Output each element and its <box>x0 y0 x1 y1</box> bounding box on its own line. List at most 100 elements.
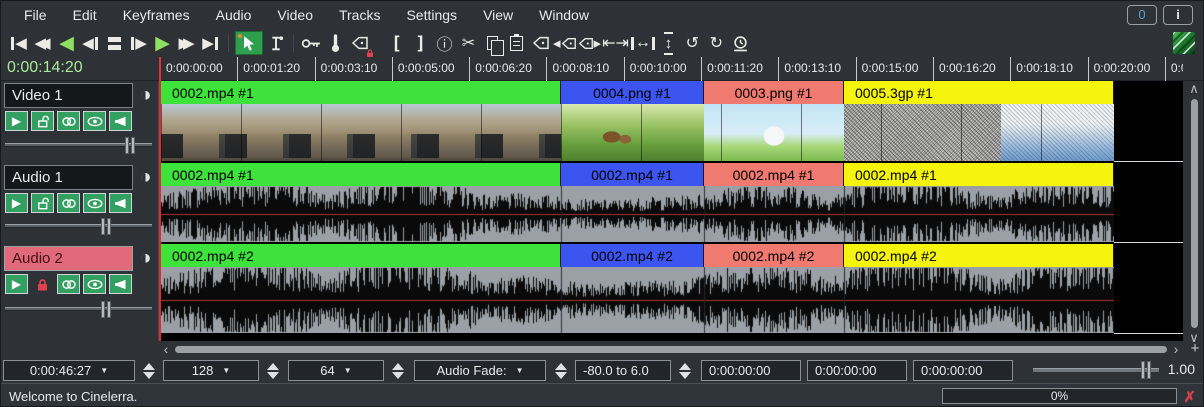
mute-track-button[interactable] <box>109 193 132 213</box>
draw-media-button[interactable] <box>83 274 106 294</box>
clip-title[interactable]: 0002.mp4 #1 <box>704 163 844 186</box>
fade-slider[interactable] <box>5 143 152 147</box>
menu-settings[interactable]: Settings <box>393 1 470 29</box>
menu-keyframes[interactable]: Keyframes <box>110 1 203 29</box>
scroll-right-icon[interactable]: › <box>1169 341 1183 357</box>
jump-end-button[interactable]: ▶ <box>199 31 222 55</box>
horizontal-scroll-thumb[interactable] <box>175 346 1167 353</box>
expand-track-button[interactable]: ◑ <box>134 83 157 108</box>
info-button[interactable]: i <box>1163 5 1193 25</box>
vertical-scroll-thumb[interactable] <box>1191 99 1198 328</box>
frame-forward-button[interactable]: ▶ <box>127 31 150 55</box>
menu-window[interactable]: Window <box>526 1 602 29</box>
clip-title[interactable]: 0002.mp4 #2 <box>161 244 561 267</box>
scroll-left-icon[interactable]: ‹ <box>159 341 173 357</box>
sample-zoom-spinner[interactable] <box>264 360 281 381</box>
clip-title[interactable]: 0002.mp4 #1 <box>161 81 561 104</box>
playhead-marker[interactable] <box>159 57 161 81</box>
horizontal-scrollbar[interactable]: ‹ › <box>159 341 1183 357</box>
clip-title[interactable]: 0002.mp4 #1 <box>561 163 704 186</box>
menu-video[interactable]: Video <box>264 1 326 29</box>
selection-length-field[interactable]: 0:00:00:00 <box>913 360 1013 381</box>
menu-audio[interactable]: Audio <box>203 1 265 29</box>
play-button[interactable]: ▶ <box>151 31 174 55</box>
fade-slider-handle[interactable] <box>101 218 111 235</box>
clip-title[interactable]: 0003.png #1 <box>704 81 844 104</box>
expand-track-button[interactable]: ◑ <box>134 165 157 190</box>
zoom-plus-icon[interactable]: + <box>1187 341 1203 357</box>
automation-range-spinner[interactable] <box>676 360 693 381</box>
clip-title[interactable]: 0002.mp4 #1 <box>844 163 1114 186</box>
selection-end-field[interactable]: 0:00:00:00 <box>807 360 907 381</box>
amplitude-spinner[interactable] <box>389 360 406 381</box>
ibeam-tool-button[interactable] <box>264 31 287 55</box>
next-label-button[interactable]: ▸ <box>578 31 602 55</box>
in-point-button[interactable]: [ <box>385 31 408 55</box>
clip-title[interactable]: 0002.mp4 #2 <box>704 244 844 267</box>
play-reverse-button[interactable]: ◀ <box>55 31 78 55</box>
stop-button[interactable] <box>103 31 126 55</box>
menu-edit[interactable]: Edit <box>60 1 110 29</box>
spin-down-icon[interactable] <box>679 372 691 379</box>
clip-title[interactable]: 0002.mp4 #2 <box>844 244 1114 267</box>
time-ruler[interactable]: 0:00:00:00 0:00:01:20 0:00:03:10 0:00:05… <box>159 57 1183 81</box>
spin-up-icon[interactable] <box>143 363 155 370</box>
fast-reverse-button[interactable]: ◀◀ <box>31 31 54 55</box>
amplitude-combo[interactable]: 64▼ <box>288 360 384 381</box>
gang-track-button[interactable] <box>57 274 80 294</box>
gang-track-button[interactable] <box>57 193 80 213</box>
scroll-up-icon[interactable]: ∧ <box>1189 81 1199 97</box>
automation-spinner[interactable] <box>552 360 569 381</box>
spin-down-icon[interactable] <box>267 372 279 379</box>
paste-button[interactable] <box>505 31 528 55</box>
selection-start-field[interactable]: 0:00:00:00 <box>701 360 801 381</box>
lock-labels-button[interactable] <box>348 31 371 55</box>
undo-stack-button[interactable]: 0 <box>1127 5 1157 25</box>
spin-up-icon[interactable] <box>679 363 691 370</box>
fit-width-button[interactable]: ↔ <box>630 31 656 55</box>
lock-track-button[interactable] <box>31 274 54 294</box>
rewind-start-button[interactable]: ◀ <box>7 31 30 55</box>
undo-button[interactable]: ↺ <box>681 31 704 55</box>
spin-up-icon[interactable] <box>555 363 567 370</box>
timebar[interactable]: 0:00:14:20 0:00:00:00 0:00:01:20 0:00:03… <box>1 57 1203 81</box>
mute-track-button[interactable] <box>109 111 132 131</box>
keyframe-button[interactable] <box>300 31 323 55</box>
fast-forward-button[interactable]: ▶▶ <box>175 31 198 55</box>
menu-tracks[interactable]: Tracks <box>326 1 393 29</box>
draw-media-button[interactable] <box>83 193 106 213</box>
audio1-waveform[interactable] <box>161 186 1114 247</box>
fade-slider-handle[interactable] <box>125 137 135 154</box>
redo-button[interactable]: ↻ <box>705 31 728 55</box>
timeline-canvas[interactable]: 0002.mp4 #1 0004.png #1 0003.png #1 0005… <box>159 81 1183 341</box>
clip-title[interactable]: 0002.mp4 #2 <box>561 244 704 267</box>
frame-reverse-button[interactable]: ◀ <box>79 31 102 55</box>
mute-track-button[interactable] <box>109 274 132 294</box>
clip-title[interactable]: 0005.3gp #1 <box>844 81 1114 104</box>
spin-down-icon[interactable] <box>392 372 404 379</box>
automation-range-field[interactable]: -80.0 to 6.0 <box>575 360 671 381</box>
clip-title[interactable]: 0002.mp4 #1 <box>161 163 561 186</box>
lock-track-button[interactable] <box>31 111 54 131</box>
expand-track-button[interactable]: ◑ <box>134 246 157 271</box>
menu-file[interactable]: File <box>11 1 60 29</box>
track-title-field[interactable]: Audio 2 <box>4 246 133 271</box>
automation-type-combo[interactable]: Audio Fade:▼ <box>414 360 546 381</box>
prev-label-button[interactable]: ◂ <box>553 31 577 55</box>
copy-button[interactable] <box>481 31 504 55</box>
draw-media-button[interactable] <box>83 111 106 131</box>
gang-track-button[interactable] <box>57 111 80 131</box>
spin-down-icon[interactable] <box>143 372 155 379</box>
fade-slider-handle[interactable] <box>101 301 111 318</box>
arm-track-button[interactable]: ▶ <box>5 111 28 131</box>
fade-slider[interactable] <box>5 307 152 311</box>
cancel-operation-button[interactable]: ✗ <box>1183 388 1196 406</box>
out-point-button[interactable]: ] <box>409 31 432 55</box>
track-title-field[interactable]: Audio 1 <box>4 165 133 190</box>
fit-autos-button[interactable]: ↕ <box>657 31 680 55</box>
audio2-waveform[interactable] <box>161 267 1114 338</box>
arm-track-button[interactable]: ▶ <box>5 193 28 213</box>
sample-zoom-combo[interactable]: 128▼ <box>163 360 259 381</box>
vertical-scrollbar[interactable]: ∧ ∨ <box>1183 81 1204 346</box>
clip-title[interactable]: 0004.png #1 <box>561 81 704 104</box>
